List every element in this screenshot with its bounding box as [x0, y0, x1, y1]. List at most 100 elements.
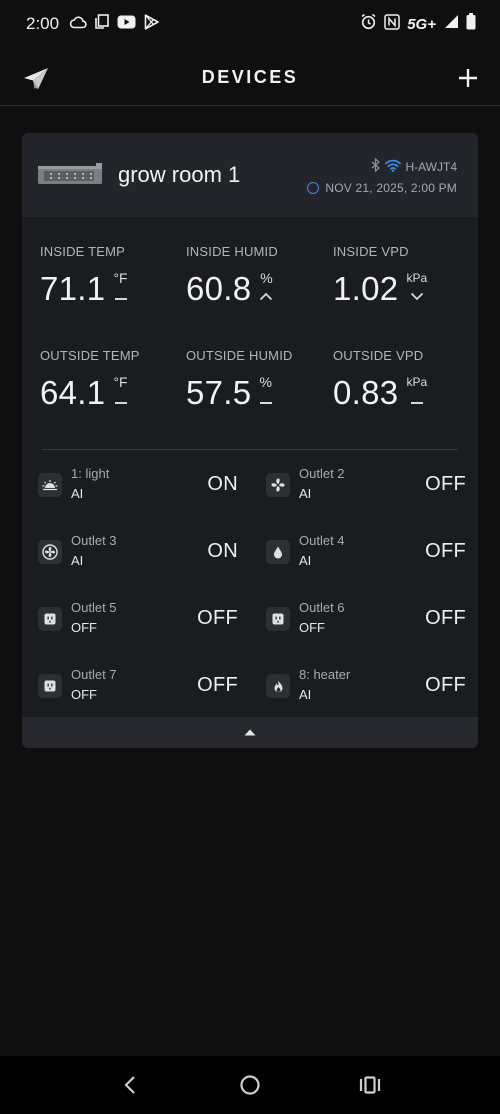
outlet-5[interactable]: Outlet 5 OFF OFF	[38, 600, 238, 640]
back-icon	[124, 1076, 135, 1094]
outlet-2[interactable]: Outlet 2 AI OFF	[266, 466, 466, 506]
outlet-name: 1: light	[71, 466, 110, 481]
metric-label: INSIDE HUMID	[186, 244, 278, 259]
outlet-name: Outlet 5	[71, 600, 117, 615]
power-strip-image	[38, 163, 102, 187]
trend-up-icon	[260, 292, 273, 301]
outlet-mode: AI	[71, 553, 84, 568]
trend-flat-icon	[114, 402, 127, 404]
outlet-name: Outlet 6	[299, 600, 345, 615]
outlet-mode: AI	[299, 687, 312, 702]
trend-down-icon	[410, 292, 423, 301]
home-icon	[240, 1075, 260, 1095]
metric-inside-humid: INSIDE HUMID 60.8 %	[186, 244, 326, 308]
outlet-state[interactable]: OFF	[425, 540, 466, 563]
play-store-icon	[144, 13, 159, 35]
back-button[interactable]	[110, 1065, 150, 1105]
metric-unit: kPa	[406, 375, 428, 389]
trend-flat-icon	[114, 298, 127, 300]
metric-value: 57.5	[186, 374, 252, 411]
page-title: DEVICES	[201, 67, 299, 87]
outlet-name: Outlet 7	[71, 667, 117, 682]
network-type: 5G+	[407, 15, 436, 33]
metric-value: 64.1	[40, 374, 106, 411]
outlet-name: Outlet 4	[299, 533, 345, 548]
metric-unit: °F	[113, 374, 128, 390]
outlet-state[interactable]: ON	[207, 540, 238, 563]
outlet-7[interactable]: Outlet 7 OFF OFF	[38, 667, 238, 707]
status-time: 2:00	[26, 14, 60, 33]
device-card[interactable]: grow room 1 H-AWJT4 NOV 21, 2025, 2:00 P…	[22, 133, 478, 748]
metric-outside-temp: OUTSIDE TEMP 64.1 °F	[40, 348, 180, 412]
outlet-state[interactable]: OFF	[425, 607, 466, 630]
outlet-mode: OFF	[299, 620, 325, 635]
metric-outside-vpd: OUTSIDE VPD 0.83 kPa	[333, 348, 473, 412]
copy-icon	[95, 14, 109, 34]
metric-value: 0.83	[333, 374, 399, 411]
recents-icon	[359, 1076, 381, 1094]
outlet-4[interactable]: Outlet 4 AI OFF	[266, 533, 466, 573]
trend-flat-icon	[410, 402, 423, 404]
water-drop-icon	[266, 540, 290, 564]
outlet-mode: OFF	[71, 620, 97, 635]
cloud-icon	[69, 15, 87, 34]
circulation-fan-icon	[38, 540, 62, 564]
alarm-icon	[360, 13, 377, 35]
metric-inside-temp: INSIDE TEMP 71.1 °F	[40, 244, 180, 308]
metric-unit: kPa	[406, 271, 428, 285]
status-bar: 2:00 5G+	[0, 0, 500, 48]
outlet-6[interactable]: Outlet 6 OFF OFF	[266, 600, 466, 640]
plug-icon	[38, 674, 62, 698]
metric-label: INSIDE VPD	[333, 244, 409, 259]
outlet-state[interactable]: OFF	[197, 607, 238, 630]
app-header: DEVICES	[0, 50, 500, 106]
metric-label: OUTSIDE HUMID	[186, 348, 293, 363]
light-icon	[38, 473, 62, 497]
trend-flat-icon	[259, 402, 272, 404]
outlet-name: Outlet 3	[71, 533, 117, 548]
outlet-mode: AI	[71, 486, 84, 501]
metric-value: 1.02	[333, 270, 399, 307]
metric-unit: %	[260, 270, 273, 286]
device-name: grow room 1	[118, 162, 241, 187]
metric-inside-vpd: INSIDE VPD 1.02 kPa	[333, 244, 473, 308]
signal-icon	[443, 14, 459, 34]
recents-button[interactable]	[350, 1065, 390, 1105]
device-id: H-AWJT4	[405, 159, 457, 174]
outlet-3[interactable]: Outlet 3 AI ON	[38, 533, 238, 573]
app-logo-icon[interactable]	[22, 64, 50, 92]
last-updated: NOV 21, 2025, 2:00 PM	[325, 181, 457, 195]
outlet-state[interactable]: OFF	[197, 674, 238, 697]
outlet-8[interactable]: 8: heater AI OFF	[266, 667, 466, 707]
status-ring-icon	[307, 182, 320, 194]
outlet-state[interactable]: OFF	[425, 473, 466, 496]
plug-icon	[38, 607, 62, 631]
outlet-mode: OFF	[71, 687, 97, 702]
plug-icon	[266, 607, 290, 631]
outlet-mode: AI	[299, 553, 312, 568]
collapse-button[interactable]	[22, 717, 478, 748]
add-device-button[interactable]	[454, 64, 482, 92]
metric-outside-humid: OUTSIDE HUMID 57.5 %	[186, 348, 326, 412]
outlet-state[interactable]: ON	[207, 473, 238, 496]
nfc-icon	[384, 13, 400, 35]
caret-up-icon	[244, 729, 256, 736]
wifi-icon	[385, 159, 402, 175]
bluetooth-icon	[371, 157, 381, 175]
plus-icon	[459, 69, 477, 87]
device-card-header: grow room 1 H-AWJT4 NOV 21, 2025, 2:00 P…	[22, 133, 478, 217]
divider	[42, 449, 458, 450]
metric-label: INSIDE TEMP	[40, 244, 126, 259]
fan-icon	[266, 473, 290, 497]
home-button[interactable]	[230, 1065, 270, 1105]
youtube-icon	[117, 15, 136, 34]
outlet-state[interactable]: OFF	[425, 674, 466, 697]
outlet-1[interactable]: 1: light AI ON	[38, 466, 238, 506]
metric-value: 60.8	[186, 270, 252, 307]
metric-label: OUTSIDE VPD	[333, 348, 424, 363]
outlet-name: Outlet 2	[299, 466, 345, 481]
flame-icon	[266, 674, 290, 698]
outlet-mode: AI	[299, 486, 312, 501]
outlet-name: 8: heater	[299, 667, 351, 682]
metric-unit: °F	[113, 270, 128, 286]
